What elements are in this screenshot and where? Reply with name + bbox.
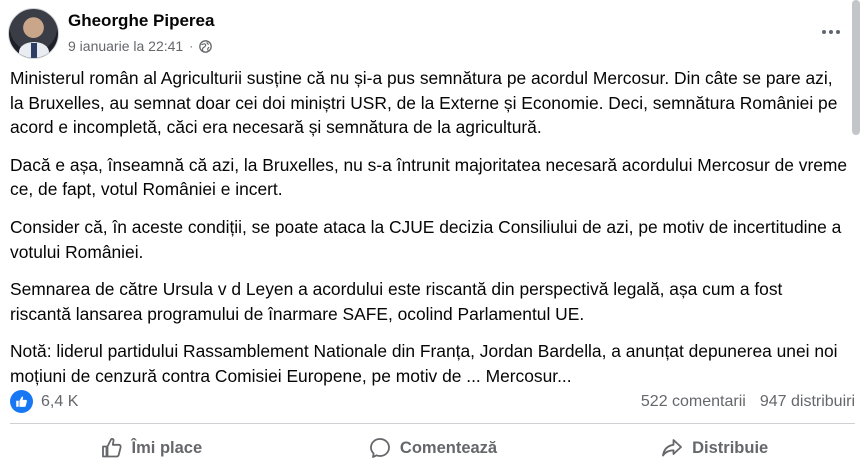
post-paragraph: Consider că, în aceste condiții, se poat…: [10, 216, 842, 262]
engagement-counts: 522 comentarii 947 distribuiri: [641, 393, 855, 411]
post-card: Gheorghe Piperea 9 ianuarie la 22:41 · M…: [0, 0, 862, 473]
comments-count[interactable]: 522 comentarii: [641, 393, 746, 411]
like-button[interactable]: Îmi place: [10, 427, 292, 469]
post-paragraph: Semnarea de către Ursula v d Leyen a aco…: [10, 279, 783, 324]
comment-button[interactable]: Comentează: [292, 427, 574, 469]
thumbs-up-icon: [16, 396, 27, 407]
more-dot: [822, 30, 826, 34]
share-label: Distribuie: [692, 438, 769, 457]
meta-separator: ·: [189, 39, 194, 53]
reaction-count[interactable]: 6,4 K: [41, 393, 78, 411]
thumbs-up-icon: [101, 438, 122, 458]
post-paragraph: Ministerul român al Agriculturii susține…: [10, 68, 838, 138]
post-paragraph: Dacă e așa, înseamnă că azi, la Bruxelle…: [10, 154, 848, 200]
more-options-icon[interactable]: [815, 18, 847, 46]
comment-icon: [370, 438, 390, 458]
post-meta: 9 ianuarie la 22:41 ·: [68, 38, 213, 54]
reaction-stats: 6,4 K 522 comentarii 947 distribuiri: [10, 389, 855, 415]
post-paragraph: Notă: liderul partidului Rassamblement N…: [10, 341, 838, 386]
more-dot: [829, 30, 833, 34]
comment-label: Comentează: [399, 438, 498, 457]
author-avatar[interactable]: [8, 8, 59, 59]
like-label: Îmi place: [131, 438, 203, 457]
avatar-tie: [31, 43, 37, 58]
globe-icon[interactable]: [199, 39, 213, 53]
scrollbar[interactable]: [852, 0, 860, 135]
share-icon: [662, 439, 683, 457]
post-text: Ministerul român al Agriculturii susține…: [10, 66, 848, 402]
shares-count[interactable]: 947 distribuiri: [760, 393, 855, 411]
more-dot: [836, 30, 840, 34]
post-actions: Îmi place Comentează Distribuie: [10, 427, 855, 469]
like-reaction-icon[interactable]: [10, 390, 33, 413]
share-button[interactable]: Distribuie: [573, 427, 855, 469]
author-name[interactable]: Gheorghe Piperea: [68, 11, 214, 31]
divider: [10, 423, 855, 424]
post-timestamp[interactable]: 9 ianuarie la 22:41: [68, 38, 183, 54]
